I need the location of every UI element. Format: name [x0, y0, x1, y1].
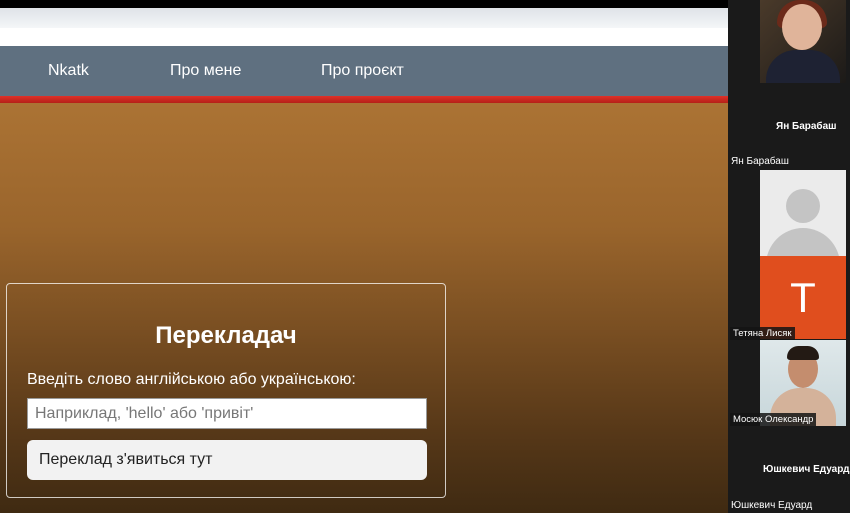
- participants-panel: Ян Барабаш Ян Барабаш T Тетяна Лисяк Мос…: [728, 0, 850, 513]
- translation-output: Переклад з'явиться тут: [27, 440, 427, 480]
- avatar-placeholder-head: [786, 189, 820, 223]
- navbar: Nkatk Про мене Про проєкт: [0, 46, 728, 96]
- participant-video-tile[interactable]: [760, 0, 846, 83]
- participant-tile-name: Ян Барабаш: [776, 121, 837, 132]
- translator-prompt: Введіть слово англійською або українсько…: [27, 371, 356, 388]
- participant-caption: Тетяна Лисяк: [730, 327, 795, 340]
- participant-hair: [787, 346, 819, 360]
- participant-avatar-tile[interactable]: [760, 170, 846, 256]
- avatar-placeholder-body: [766, 228, 840, 256]
- participant-caption: Мосюк Олександр: [730, 413, 817, 426]
- word-input[interactable]: [27, 398, 427, 429]
- avatar-letter: T: [790, 274, 816, 321]
- participant-body: [766, 50, 840, 83]
- accent-divider: [0, 96, 728, 103]
- header-band: [0, 28, 728, 46]
- nav-item-about-project[interactable]: Про проєкт: [321, 62, 404, 80]
- translator-title: Перекладач: [155, 322, 297, 349]
- nav-item-home[interactable]: Nkatk: [48, 62, 89, 80]
- participant-tile-name: Юшкевич Едуард: [763, 464, 850, 475]
- browser-chrome: [0, 8, 728, 28]
- translator-card: Перекладач Введіть слово англійською або…: [6, 283, 446, 498]
- window-top-strip: [0, 0, 728, 8]
- participant-caption: Ян Барабаш: [731, 156, 789, 167]
- nav-item-about-me[interactable]: Про мене: [170, 62, 241, 80]
- participant-caption: Юшкевич Едуард: [731, 500, 813, 511]
- participant-face: [782, 4, 822, 50]
